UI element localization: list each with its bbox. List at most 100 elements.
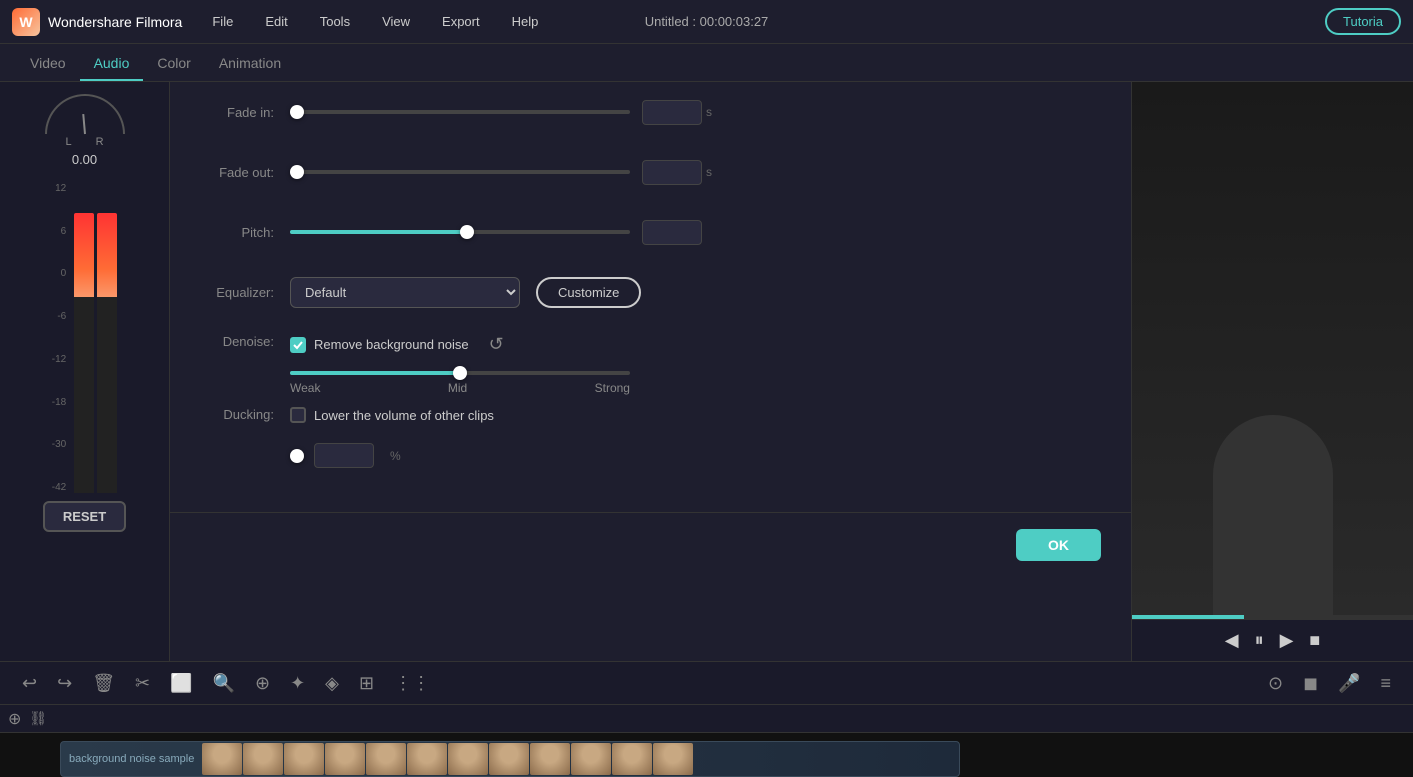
app-logo: W Wondershare Filmora (12, 8, 182, 36)
tab-color[interactable]: Color (143, 47, 204, 81)
fade-in-slider-thumb[interactable] (290, 105, 304, 119)
video-progress-fill (1132, 615, 1244, 619)
video-frame (1132, 82, 1413, 615)
tab-animation[interactable]: Animation (205, 47, 295, 81)
left-panel: L R 0.00 12 6 0 -6 -12 -18 -30 -42 (0, 82, 170, 661)
equalizer-label: Equalizer: (200, 285, 290, 300)
thumb-11 (653, 743, 693, 775)
ducking-control: Lower the volume of other clips 50 % (290, 407, 1101, 468)
pitch-slider-thumb[interactable] (460, 225, 474, 239)
customize-button[interactable]: Customize (536, 277, 641, 308)
denoise-slider-thumb[interactable] (453, 366, 467, 380)
color-button[interactable]: ◈ (319, 669, 345, 698)
menu-edit[interactable]: Edit (259, 10, 293, 33)
ducking-value[interactable]: 50 (314, 443, 374, 468)
cut-button[interactable]: ✂ (129, 669, 156, 698)
video-progress-bar[interactable] (1132, 615, 1413, 619)
denoise-slider-track[interactable] (290, 371, 630, 375)
dial-label-l: L (65, 136, 71, 148)
pitch-label: Pitch: (200, 225, 290, 240)
rotate-button[interactable]: ⊕ (249, 669, 276, 698)
toolbar: ↩ ↪ 🗑 ✂ ⬜ 🔍 ⊕ ✦ ◈ ⊞ ⋮⋮ ⊙ ◼ 🎤 ≡ (0, 661, 1413, 705)
pitch-slider-track[interactable] (290, 230, 630, 234)
tab-video[interactable]: Video (16, 47, 80, 81)
denoise-slider-fill (290, 371, 460, 375)
delete-button[interactable]: 🗑 (86, 669, 121, 698)
timeline-track: background noise sample (0, 733, 1413, 777)
equalizer-select[interactable]: Default (290, 277, 520, 308)
meter-neg6: -6 (57, 311, 66, 322)
ducking-unit: % (390, 449, 401, 463)
fade-in-slider-track[interactable] (290, 110, 630, 114)
crop-button[interactable]: ⬜ (164, 669, 198, 698)
thumb-5 (407, 743, 447, 775)
denoise-labels: Weak Mid Strong (290, 381, 630, 395)
meter-neg12: -12 (52, 354, 66, 365)
video-rewind-button[interactable]: ◀ (1225, 630, 1239, 651)
fade-out-control: 0.00 s (290, 160, 1101, 185)
lower-volume-label: Lower the volume of other clips (314, 408, 494, 423)
tab-audio[interactable]: Audio (80, 47, 144, 81)
denoise-mid-label: Mid (448, 381, 467, 395)
track-clip[interactable]: background noise sample (60, 741, 960, 777)
list-button[interactable]: ≡ (1374, 669, 1397, 698)
meter-neg42: -42 (52, 482, 66, 493)
effects-button[interactable]: ✦ (284, 669, 311, 698)
remove-bg-noise-checkbox[interactable] (290, 337, 306, 353)
ducking-slider-thumb[interactable] (290, 449, 304, 463)
fade-in-control: 0.00 s (290, 100, 1101, 125)
audio-button[interactable]: ⋮⋮ (388, 669, 436, 698)
undo-button[interactable]: ↩ (16, 669, 43, 698)
fade-out-value[interactable]: 0.00 (642, 160, 702, 185)
mic-button[interactable]: 🎤 (1332, 669, 1366, 698)
video-stop-button[interactable]: ■ (1309, 630, 1320, 651)
zoom-button[interactable]: 🔍 (207, 669, 241, 698)
timeline-add-button[interactable]: ⊕ (8, 709, 21, 729)
dial-value: 0.00 (72, 152, 97, 167)
app-logo-icon: W (12, 8, 40, 36)
fade-in-row: Fade in: 0.00 s (200, 94, 1101, 130)
tutorial-button[interactable]: Tutoria (1325, 8, 1401, 35)
volume-dial[interactable] (45, 94, 125, 134)
settings-button[interactable]: ⊙ (1262, 669, 1289, 698)
pitch-control: 0 (290, 220, 1101, 245)
ducking-label: Ducking: (200, 407, 290, 422)
menu-help[interactable]: Help (506, 10, 545, 33)
ducking-slider-row: 50 % (290, 443, 401, 468)
checkmark-icon (292, 339, 304, 351)
denoise-row: Denoise: Remove background noise ↺ (200, 334, 1101, 395)
pitch-value[interactable]: 0 (642, 220, 702, 245)
app-name: Wondershare Filmora (48, 14, 182, 30)
buttons-row: OK (170, 512, 1131, 577)
timeline-link-button[interactable]: ⛓ (29, 710, 47, 727)
tabs-row: Video Audio Color Animation (0, 44, 1413, 82)
menu-view[interactable]: View (376, 10, 416, 33)
menu-tools[interactable]: Tools (314, 10, 356, 33)
thumb-6 (448, 743, 488, 775)
denoise-control: Remove background noise ↺ Weak Mid Stron… (290, 334, 1101, 395)
thumb-2 (284, 743, 324, 775)
fade-out-unit: s (706, 165, 712, 179)
menu-file[interactable]: File (206, 10, 239, 33)
timeline-ruler: ⊕ ⛓ 00:00:00:00 00:00:00:20 00:00:01:10 … (0, 705, 1413, 733)
dial-label-r: R (96, 136, 104, 148)
fade-in-value[interactable]: 0.00 (642, 100, 702, 125)
menu-export[interactable]: Export (436, 10, 486, 33)
fade-in-unit: s (706, 105, 712, 119)
grid-button[interactable]: ⊞ (353, 669, 380, 698)
video-play-button[interactable]: ▶ (1280, 630, 1294, 651)
fade-out-slider-track[interactable] (290, 170, 630, 174)
denoise-slider-section: Weak Mid Strong (290, 371, 630, 395)
denoise-reset-icon[interactable]: ↺ (489, 334, 504, 355)
video-pause-button[interactable]: ⏸ (1255, 630, 1264, 651)
reset-button[interactable]: RESET (43, 501, 126, 532)
lower-volume-checkbox[interactable] (290, 407, 306, 423)
meter-scale: 12 6 0 -6 -12 -18 -30 -42 (52, 183, 70, 493)
ok-button[interactable]: OK (1016, 529, 1101, 561)
equalizer-control: Default Customize (290, 277, 1101, 308)
pitch-slider-fill (290, 230, 467, 234)
redo-button[interactable]: ↪ (51, 669, 78, 698)
fullscreen-button[interactable]: ◼ (1297, 669, 1324, 698)
dial-labels: L R (65, 136, 103, 148)
fade-out-slider-thumb[interactable] (290, 165, 304, 179)
